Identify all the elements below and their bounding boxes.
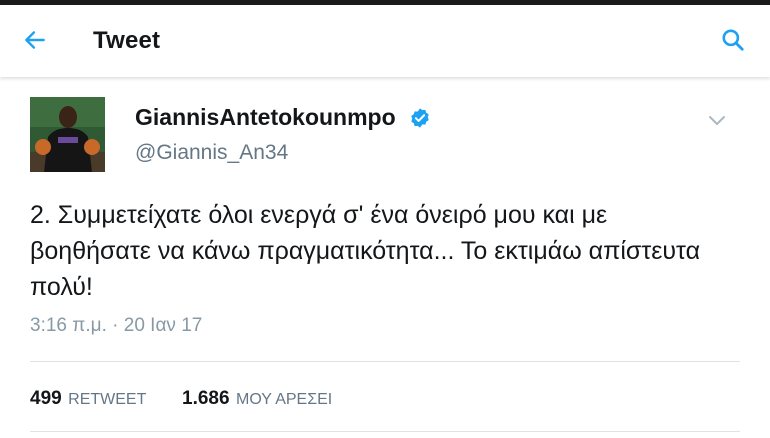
divider (30, 361, 740, 362)
avatar[interactable] (30, 97, 105, 172)
arrow-left-icon (25, 31, 45, 49)
verified-badge-icon (411, 108, 429, 128)
chevron-down-icon (709, 116, 725, 125)
tweet-timestamp: 3:16 π.μ. · 20 Ιαν 17 (30, 315, 203, 336)
divider (30, 431, 740, 432)
search-icon (722, 29, 744, 51)
back-button[interactable] (18, 23, 52, 57)
page-title: Tweet (93, 27, 161, 54)
search-button[interactable] (716, 23, 750, 57)
likes-label: ΜΟΥ ΑΡΕΣΕΙ (236, 391, 333, 408)
retweets-count: 499 (30, 388, 62, 409)
retweets-stat[interactable]: 499 RETWEET (30, 388, 146, 410)
tweet-options-button[interactable] (704, 110, 730, 132)
likes-count: 1.686 (182, 388, 230, 409)
tweet-text: 2. Συμμετείχατε όλοι ενεργά σ' ένα όνειρ… (30, 201, 701, 301)
retweets-label: RETWEET (68, 391, 147, 408)
likes-stat[interactable]: 1.686 ΜΟΥ ΑΡΕΣΕΙ (182, 388, 332, 410)
app-header: Tweet (0, 5, 770, 77)
user-handle[interactable]: @Giannis_An34 (135, 141, 288, 165)
avatar-image (30, 97, 105, 172)
display-name[interactable]: GiannisAntetokounmpo (135, 104, 396, 131)
